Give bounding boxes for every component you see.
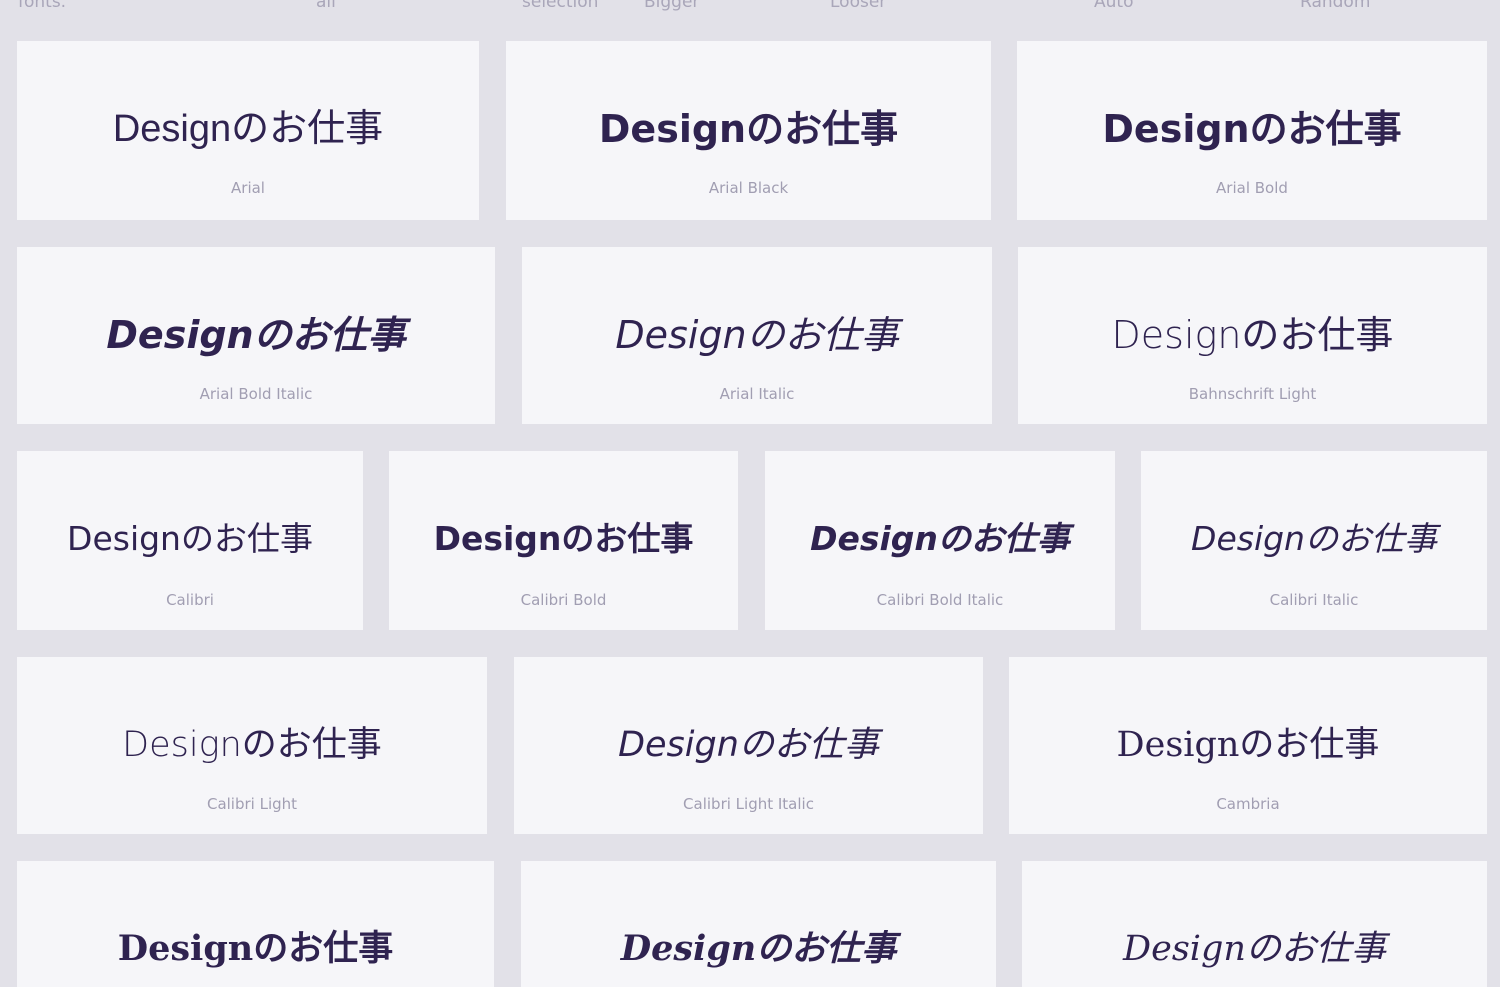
bigger-button[interactable]: Bigger [644, 0, 699, 12]
font-sample: Designのお仕事 [615, 313, 899, 357]
toolbar: fonts. all selection Bigger Looser Auto … [0, 0, 1500, 14]
font-card-cambria[interactable]: Designのお仕事 Cambria [1009, 657, 1487, 834]
font-name-label: Arial Bold [1216, 179, 1288, 197]
font-card-cambria-bold-italic[interactable]: Designのお仕事 [521, 861, 996, 987]
font-sample: Designのお仕事 [1191, 519, 1437, 558]
font-name-label: Calibri Italic [1269, 591, 1359, 609]
font-name-label: Calibri Bold [520, 591, 607, 609]
font-card-arial[interactable]: Designのお仕事 Arial [17, 41, 479, 220]
font-sample: Designのお仕事 [1102, 107, 1402, 151]
font-sample: Designのお仕事 [117, 928, 394, 969]
font-name-label: Cambria [1216, 795, 1280, 813]
font-name-label: Calibri [166, 591, 214, 609]
random-button[interactable]: Random [1300, 0, 1370, 12]
font-sample: Designのお仕事 [67, 519, 313, 558]
font-card-calibri-light-italic[interactable]: Designのお仕事 Calibri Light Italic [514, 657, 983, 834]
font-sample: Designのお仕事 [618, 725, 879, 765]
font-name-label: Arial [231, 179, 265, 197]
font-sample: Designのお仕事 [433, 519, 694, 558]
font-card-cambria-bold[interactable]: Designのお仕事 [17, 861, 494, 987]
font-card-calibri-light[interactable]: Designのお仕事 Calibri Light [17, 657, 487, 834]
auto-button[interactable]: Auto [1094, 0, 1133, 12]
font-card-calibri-italic[interactable]: Designのお仕事 Calibri Italic [1141, 451, 1487, 630]
font-sample: Designのお仕事 [620, 928, 897, 969]
font-name-label: Bahnschrift Light [1188, 385, 1317, 403]
font-sample: Designのお仕事 [1116, 725, 1380, 765]
font-card-calibri-bold[interactable]: Designのお仕事 Calibri Bold [389, 451, 738, 630]
font-card-arial-italic[interactable]: Designのお仕事 Arial Italic [522, 247, 992, 424]
font-sample: Designのお仕事 [1111, 313, 1394, 357]
font-name-label: Arial Black [708, 179, 789, 197]
font-name-label: Arial Italic [719, 385, 795, 403]
font-sample: Designのお仕事 [810, 519, 1070, 558]
font-sample: Designのお仕事 [106, 313, 406, 357]
font-sample: Designのお仕事 [1123, 929, 1386, 969]
font-card-arial-bold[interactable]: Designのお仕事 Arial Bold [1017, 41, 1487, 220]
font-sample: Designのお仕事 [122, 725, 382, 765]
fonts-label: fonts. [18, 0, 67, 12]
font-sample: Designのお仕事 [112, 108, 384, 150]
font-card-calibri[interactable]: Designのお仕事 Calibri [17, 451, 363, 630]
font-card-arial-bold-italic[interactable]: Designのお仕事 Arial Bold Italic [17, 247, 495, 424]
font-name-label: Calibri Light [206, 795, 298, 813]
font-card-arial-black[interactable]: Designのお仕事 Arial Black [506, 41, 991, 220]
font-card-calibri-bold-italic[interactable]: Designのお仕事 Calibri Bold Italic [765, 451, 1115, 630]
font-sample: Designのお仕事 [598, 107, 899, 151]
font-name-label: Calibri Bold Italic [876, 591, 1004, 609]
font-name-label: Calibri Light Italic [683, 795, 814, 813]
font-card-bahnschrift-light[interactable]: Designのお仕事 Bahnschrift Light [1018, 247, 1487, 424]
selection-button[interactable]: selection [522, 0, 598, 12]
font-name-label: Arial Bold Italic [199, 385, 313, 403]
looser-button[interactable]: Looser [830, 0, 886, 12]
all-button[interactable]: all [316, 0, 336, 12]
font-card-cambria-italic[interactable]: Designのお仕事 [1022, 861, 1487, 987]
